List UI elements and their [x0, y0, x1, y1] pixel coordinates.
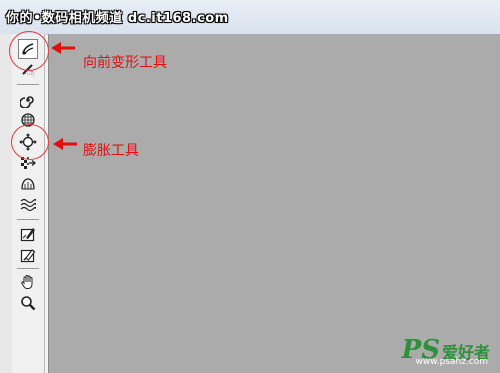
freeze-mask-tool[interactable] — [18, 224, 38, 244]
turbulence-icon — [20, 198, 36, 212]
highlight-ring — [9, 31, 49, 71]
freeze-mask-icon — [20, 228, 35, 242]
highlight-ring — [11, 124, 49, 160]
arrow-left-icon — [51, 42, 75, 54]
twirl-icon — [20, 96, 34, 108]
toolbar-separator — [17, 219, 39, 220]
turbulence-tool[interactable] — [18, 194, 38, 214]
liquify-toolbar — [12, 34, 45, 373]
mirror-icon — [21, 178, 35, 190]
liquify-window: 你的•数码相机频道 dc.it168.com 向前变形工具 膨胀工具 PS 爱好… — [0, 0, 500, 373]
thaw-mask-icon — [20, 249, 36, 263]
twirl-clockwise-tool[interactable] — [18, 90, 38, 110]
site-watermark: 你的•数码相机频道 dc.it168.com — [6, 11, 229, 26]
hand-tool[interactable] — [18, 272, 38, 292]
logo-url: www.psahz.com — [415, 357, 488, 367]
forward-warp-annotation: 向前变形工具 — [83, 55, 167, 71]
zoom-icon — [21, 296, 36, 311]
bloat-annotation: 膨胀工具 — [83, 143, 139, 159]
hand-icon — [21, 274, 33, 289]
zoom-tool[interactable] — [18, 293, 38, 313]
arrow-left-icon — [53, 138, 77, 150]
preview-canvas[interactable] — [48, 34, 500, 373]
toolbar-separator — [17, 84, 39, 85]
site-logo: PS 爱好者 www.psahz.com — [402, 335, 490, 367]
toolbar-separator — [17, 268, 39, 269]
mirror-tool[interactable] — [18, 174, 38, 194]
thaw-mask-tool[interactable] — [18, 245, 38, 265]
title-bar: 你的•数码相机频道 dc.it168.com — [0, 0, 500, 35]
